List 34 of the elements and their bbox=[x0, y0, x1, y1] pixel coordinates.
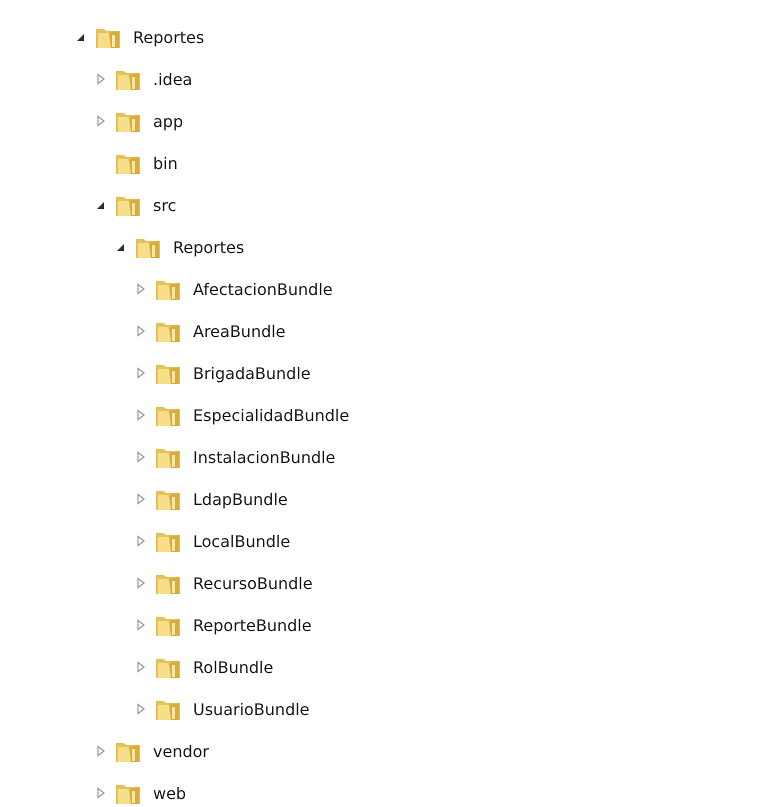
folder-name[interactable]: ReporteBundle bbox=[193, 616, 312, 634]
folder-name[interactable]: AreaBundle bbox=[193, 322, 286, 340]
collapsed-arrow-icon[interactable] bbox=[96, 73, 106, 85]
collapsed-arrow-icon[interactable] bbox=[136, 661, 146, 673]
folder-name[interactable]: LdapBundle bbox=[193, 490, 288, 508]
collapsed-arrow-icon[interactable] bbox=[136, 619, 146, 631]
collapsed-arrow-icon[interactable] bbox=[136, 703, 146, 715]
folder-name[interactable]: AfectacionBundle bbox=[193, 280, 333, 298]
collapsed-arrow-icon[interactable] bbox=[96, 745, 106, 757]
folder-name[interactable]: Reportes bbox=[173, 238, 244, 256]
folder-name[interactable]: vendor bbox=[153, 742, 209, 760]
folder-name[interactable]: bin bbox=[153, 154, 178, 172]
folder-name[interactable]: src bbox=[153, 196, 176, 214]
folder-name[interactable]: UsuarioBundle bbox=[193, 700, 310, 718]
collapsed-arrow-icon[interactable] bbox=[136, 409, 146, 421]
folder-name[interactable]: EspecialidadBundle bbox=[193, 406, 350, 424]
folder-name[interactable]: RolBundle bbox=[193, 658, 274, 676]
collapsed-arrow-icon[interactable] bbox=[136, 325, 146, 337]
collapsed-arrow-icon[interactable] bbox=[96, 115, 106, 127]
collapsed-arrow-icon[interactable] bbox=[136, 493, 146, 505]
collapsed-arrow-icon[interactable] bbox=[136, 451, 146, 463]
folder-name[interactable]: app bbox=[153, 112, 184, 130]
folder-name[interactable]: .idea bbox=[153, 70, 192, 88]
collapsed-arrow-icon[interactable] bbox=[136, 283, 146, 295]
collapsed-arrow-icon[interactable] bbox=[96, 787, 106, 799]
collapsed-arrow-icon[interactable] bbox=[136, 535, 146, 547]
folder-name[interactable]: RecursoBundle bbox=[193, 574, 313, 592]
folder-name[interactable]: Reportes bbox=[133, 28, 204, 46]
folder-name[interactable]: InstalacionBundle bbox=[193, 448, 336, 466]
folder-name[interactable]: LocalBundle bbox=[193, 532, 290, 550]
folder-name[interactable]: web bbox=[153, 784, 186, 802]
collapsed-arrow-icon[interactable] bbox=[136, 367, 146, 379]
folder-name[interactable]: BrigadaBundle bbox=[193, 364, 311, 382]
collapsed-arrow-icon[interactable] bbox=[136, 577, 146, 589]
